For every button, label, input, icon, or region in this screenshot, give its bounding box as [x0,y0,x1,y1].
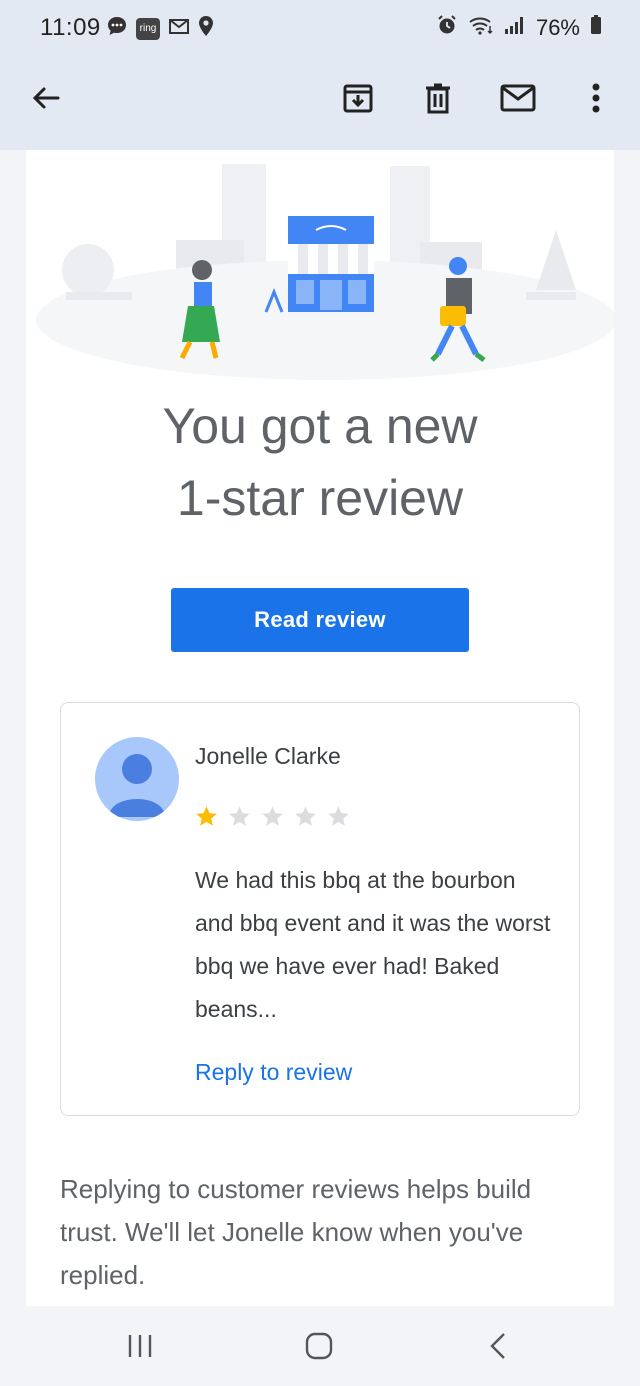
system-icons: 76% [436,14,602,41]
top-app-bar: 11:09 ring 76% [0,0,640,150]
more-options-button[interactable] [574,76,618,120]
email-toolbar [0,56,640,150]
notification-icons: ring [106,15,214,42]
status-bar: 11:09 ring 76% [0,0,640,56]
archive-button[interactable] [336,76,380,120]
back-icon [490,1333,505,1359]
star-empty-icon [262,806,283,826]
reply-to-review-link[interactable]: Reply to review [195,1059,352,1086]
battery-percent: 76% [535,14,580,40]
footer-text: Replying to customer reviews helps build… [60,1174,532,1290]
nav-back-button[interactable] [474,1326,522,1366]
email-body: You got a new 1-star review Read review … [26,150,616,1306]
person-icon [109,754,165,817]
archive-icon [343,84,373,113]
star-empty-icon [229,806,250,826]
headline-line-2: 1-star review [176,470,464,526]
signal-icon [504,15,526,40]
ring-app-icon: ring [136,17,160,40]
recent-apps-icon [128,1335,152,1357]
delete-icon [426,83,450,114]
review-card: Jonelle Clarke We had this bbq at the bo… [60,702,580,1116]
back-arrow-icon [32,87,60,109]
headline-line-1: You got a new [162,398,478,454]
gmail-icon [168,17,190,40]
review-text: We had this bbq at the bourbon and bbq e… [195,867,551,1022]
location-icon [198,15,214,42]
more-vert-icon [592,83,600,113]
mark-unread-button[interactable] [496,76,540,120]
home-button[interactable] [295,1326,343,1366]
home-icon [305,1332,333,1360]
star-filled-icon [196,806,217,826]
back-button[interactable] [24,76,68,120]
star-empty-icon [328,806,349,826]
alarm-icon [436,14,458,41]
delete-button[interactable] [416,76,460,120]
battery-icon [590,15,602,40]
avatar [95,737,179,821]
email-headline: You got a new 1-star review [26,390,614,534]
reviewer-name: Jonelle Clarke [195,743,341,769]
status-time: 11:09 [40,14,101,41]
mark-unread-icon [500,84,536,112]
wifi-icon [468,14,494,41]
star-empty-icon [295,806,316,826]
read-review-button[interactable]: Read review [171,588,469,652]
recent-apps-button[interactable] [116,1326,164,1366]
system-nav-bar [0,1306,640,1386]
star-rating [195,805,350,828]
chat-bubble-icon [106,15,128,42]
storefront-illustration [26,150,616,380]
